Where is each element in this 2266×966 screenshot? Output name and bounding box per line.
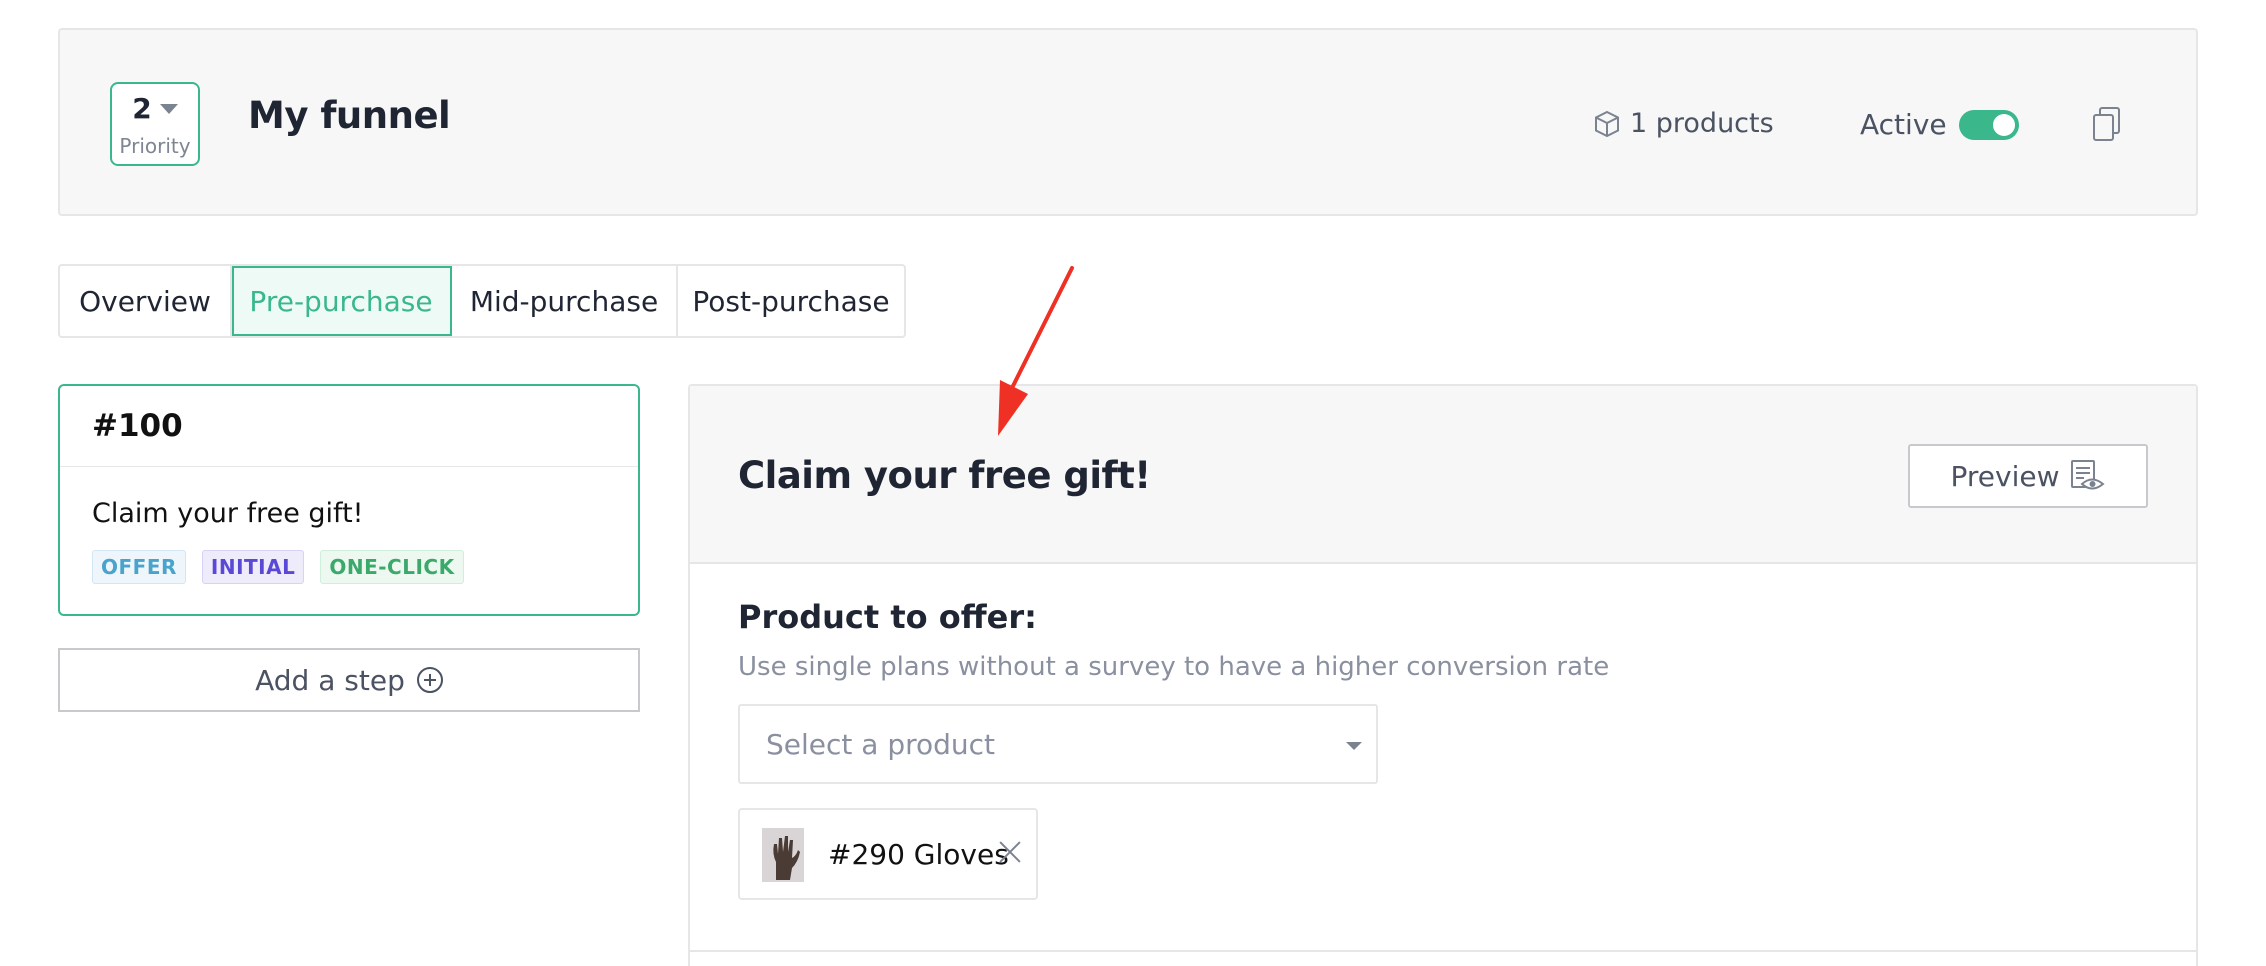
gloves-image <box>762 828 804 882</box>
active-label: Active <box>1860 108 1947 141</box>
add-step-label: Add a step <box>255 663 405 697</box>
badge-one-click: ONE-CLICK <box>320 550 464 584</box>
preview-eye-icon <box>2070 460 2105 490</box>
step-editor-panel: Claim your free gift! Preview Product to… <box>688 384 2198 966</box>
box-icon <box>1595 110 1619 137</box>
preview-button[interactable]: Preview <box>1908 444 2148 508</box>
tab-post-purchase[interactable]: Post-purchase <box>678 266 904 336</box>
remove-product-icon[interactable] <box>998 840 1022 864</box>
divider <box>60 466 638 467</box>
step-card[interactable]: #100 Claim your free gift! OFFER INITIAL… <box>58 384 640 616</box>
panel-header: Claim your free gift! Preview <box>690 386 2196 564</box>
product-select-placeholder: Select a product <box>766 728 996 761</box>
plus-circle-icon <box>416 667 443 693</box>
chevron-down-icon <box>160 104 178 114</box>
step-title: Claim your free gift! <box>92 498 364 529</box>
product-section-label: Product to offer: <box>738 598 1037 636</box>
divider <box>690 950 2196 952</box>
product-select[interactable]: Select a product <box>738 704 1378 784</box>
step-id: #100 <box>92 408 183 444</box>
add-step-button[interactable]: Add a step <box>58 648 640 712</box>
priority-label: Priority <box>119 134 191 158</box>
panel-title: Claim your free gift! <box>738 454 1151 497</box>
toggle-knob <box>1992 113 2015 136</box>
copy-icon[interactable] <box>2092 106 2122 142</box>
funnel-header: 2 Priority My funnel 1 products Active <box>58 28 2198 216</box>
badge-offer: OFFER <box>92 550 186 584</box>
product-thumbnail <box>762 828 804 882</box>
selected-product-name: #290 Gloves <box>828 838 1009 871</box>
preview-label: Preview <box>1950 459 2060 493</box>
tab-overview[interactable]: Overview <box>60 266 232 336</box>
selected-product-chip: #290 Gloves <box>738 808 1038 900</box>
badge-initial: INITIAL <box>201 550 305 584</box>
products-count-label: 1 products <box>1630 108 1774 139</box>
step-badges: OFFER INITIAL ONE-CLICK <box>92 550 464 584</box>
products-count[interactable]: 1 products <box>1594 108 1774 139</box>
priority-selector[interactable]: 2 Priority <box>110 82 200 166</box>
funnel-title[interactable]: My funnel <box>248 94 451 137</box>
tab-mid-purchase[interactable]: Mid-purchase <box>452 266 678 336</box>
product-help-text: Use single plans without a survey to hav… <box>738 652 1610 682</box>
annotation-arrow-icon <box>998 266 1074 436</box>
tab-pre-purchase[interactable]: Pre-purchase <box>232 266 452 336</box>
priority-value: 2 <box>132 92 152 125</box>
active-toggle[interactable] <box>1958 109 2019 140</box>
active-status: Active <box>1860 108 2019 141</box>
chevron-down-icon <box>1346 742 1362 750</box>
purchase-tabs: Overview Pre-purchase Mid-purchase Post-… <box>58 264 906 338</box>
